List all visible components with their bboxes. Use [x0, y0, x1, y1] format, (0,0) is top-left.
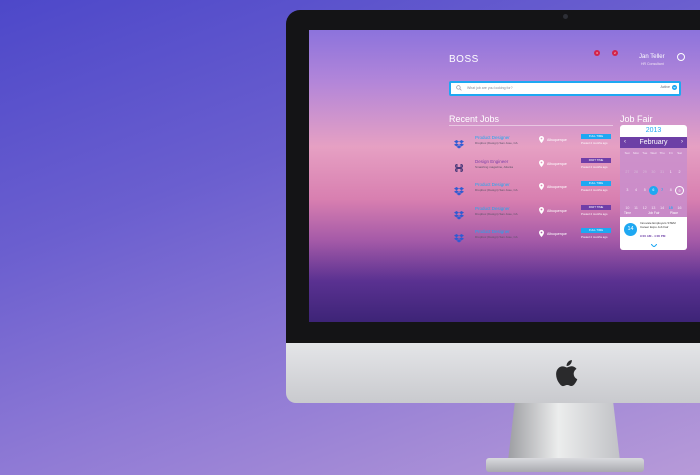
calendar-day[interactable]: 8: [666, 186, 675, 195]
tab-time[interactable]: Time: [624, 209, 631, 217]
weekday-label: Sat: [677, 151, 682, 155]
location-pin-icon: [539, 136, 544, 143]
calendar-day[interactable]: 3: [623, 186, 632, 195]
command-icon: [454, 160, 464, 172]
calendar-day[interactable]: 29: [640, 168, 649, 177]
apple-logo-icon: [556, 360, 578, 387]
location-pin-icon: [539, 183, 544, 190]
job-location: Albuquerque: [547, 138, 567, 142]
calendar-tabs: Time Job Fair Place: [620, 209, 687, 217]
job-type-badge: FULL TIME: [581, 181, 611, 186]
weekday-label: Wed: [650, 151, 657, 155]
job-row[interactable]: Product Designer Dropbox (Design) San Jos…: [449, 203, 613, 221]
weekday-label: Thu: [659, 151, 665, 155]
job-row[interactable]: Product Designer Dropbox (Design) San Jos…: [449, 226, 613, 244]
job-company: Smashing magazine, Atlanta: [475, 164, 514, 169]
job-fair-calendar: 2013 ‹ February › Sun Mon Tue Wed Thu Fri Sat 2…: [620, 125, 687, 250]
job-company: Dropbox (Design) San Jose, CA: [475, 211, 518, 216]
dropbox-icon: [454, 136, 464, 149]
user-name[interactable]: Jan Teller: [639, 54, 665, 60]
calendar-year: 2013: [620, 125, 687, 137]
dropbox-icon: [454, 230, 464, 243]
monitor-chin: [286, 343, 700, 403]
search-bar[interactable]: Active: [449, 81, 681, 96]
job-row[interactable]: Design Engineer Smashing magazine, Atlant…: [449, 156, 613, 174]
job-location: Albuquerque: [547, 232, 567, 236]
job-posted-date: Posted 2 months ago: [581, 188, 608, 192]
job-type-badge: PART TIME: [581, 157, 611, 163]
calendar-day[interactable]: 28: [632, 168, 641, 177]
job-company: Dropbox (Design) San Jose, CA: [475, 141, 518, 145]
event-time: 9:00 AM - 4:00 PM: [640, 234, 666, 238]
job-posted-date: Posted 2 months ago: [581, 141, 608, 145]
calendar-day[interactable]: 4: [632, 186, 641, 195]
calendar-day[interactable]: 27: [623, 168, 632, 177]
job-location: Albuquerque: [547, 161, 567, 166]
job-company: Dropbox (Design) San Jose, CA: [475, 235, 518, 239]
calendar-day[interactable]: 30: [649, 168, 658, 177]
calendar-day[interactable]: 5: [640, 186, 649, 195]
job-type-badge: FULL TIME: [581, 134, 611, 139]
calendar-month: February: [639, 139, 668, 146]
location-pin-icon: [539, 230, 544, 237]
tab-job-fair[interactable]: Job Fair: [648, 209, 660, 217]
brand-logo[interactable]: BOSS: [449, 54, 479, 65]
monitor-base: [486, 458, 644, 472]
job-posted-date: Posted 2 months ago: [581, 164, 608, 169]
weekday-label: Fri: [669, 151, 673, 155]
event-title: Innovate Employers STEM Career Expo Job …: [640, 221, 676, 229]
job-type-badge: PART TIME: [581, 204, 611, 210]
calendar-day[interactable]: 9: [675, 186, 684, 195]
job-location: Albuquerque: [547, 208, 567, 213]
event-day: 14: [624, 223, 637, 236]
search-filter-label[interactable]: Active: [660, 85, 670, 89]
search-icon: [456, 85, 462, 91]
job-title[interactable]: Product Designer: [475, 206, 510, 211]
imac: BOSS 3 2 Jan Teller HR Consultant Active…: [286, 10, 700, 475]
divider: [449, 125, 613, 126]
job-posted-date: Posted 2 months ago: [581, 235, 608, 239]
weekday-label: Tue: [642, 151, 648, 155]
dropbox-icon: [454, 207, 464, 219]
calendar-day[interactable]: 2: [675, 168, 684, 177]
chevron-down-icon[interactable]: [672, 85, 677, 90]
job-row[interactable]: Product Designer Dropbox (Design) San Jos…: [449, 132, 613, 150]
calendar-month-bar: ‹ February ›: [620, 137, 687, 148]
calendar-day[interactable]: 31: [658, 168, 667, 177]
job-posted-date: Posted 2 months ago: [581, 211, 608, 216]
notification-badge-messages[interactable]: 3: [594, 50, 600, 56]
job-row[interactable]: Product Designer Dropbox (Design) San Jos…: [449, 179, 613, 197]
notification-badge-alerts[interactable]: 2: [612, 50, 618, 56]
user-avatar[interactable]: [677, 53, 685, 61]
job-title[interactable]: Product Designer: [475, 182, 510, 187]
job-title[interactable]: Product Designer: [475, 229, 510, 234]
calendar-day[interactable]: 1: [666, 168, 675, 177]
location-pin-icon: [539, 206, 544, 214]
job-title[interactable]: Product Designer: [475, 135, 510, 140]
monitor-stand: [508, 403, 620, 461]
calendar-day[interactable]: 6: [649, 186, 658, 195]
job-location: Albuquerque: [547, 185, 567, 189]
weekday-label: Sun: [624, 151, 631, 155]
dropbox-icon: [454, 183, 464, 196]
job-type-badge: FULL TIME: [581, 228, 611, 233]
calendar-day[interactable]: 7: [658, 186, 667, 195]
event-card[interactable]: 14 Innovate Employers STEM Career Expo J…: [620, 217, 687, 250]
monitor-bezel: BOSS 3 2 Jan Teller HR Consultant Active…: [286, 10, 700, 343]
search-input[interactable]: [467, 83, 617, 93]
chevron-down-icon[interactable]: [651, 244, 657, 247]
tab-place[interactable]: Place: [670, 209, 678, 217]
app-screen: BOSS 3 2 Jan Teller HR Consultant Active…: [309, 30, 700, 322]
job-fair-title: Job Fair: [620, 114, 653, 124]
recent-jobs-title: Recent Jobs: [449, 114, 500, 124]
next-month-icon[interactable]: ›: [681, 137, 683, 148]
user-role: HR Consultant: [641, 62, 664, 66]
weekday-label: Mon: [633, 151, 639, 155]
job-company: Dropbox (Design) San Jose, CA: [475, 188, 518, 192]
camera-icon: [563, 14, 568, 19]
location-pin-icon: [539, 159, 544, 167]
job-title[interactable]: Design Engineer: [475, 159, 508, 164]
